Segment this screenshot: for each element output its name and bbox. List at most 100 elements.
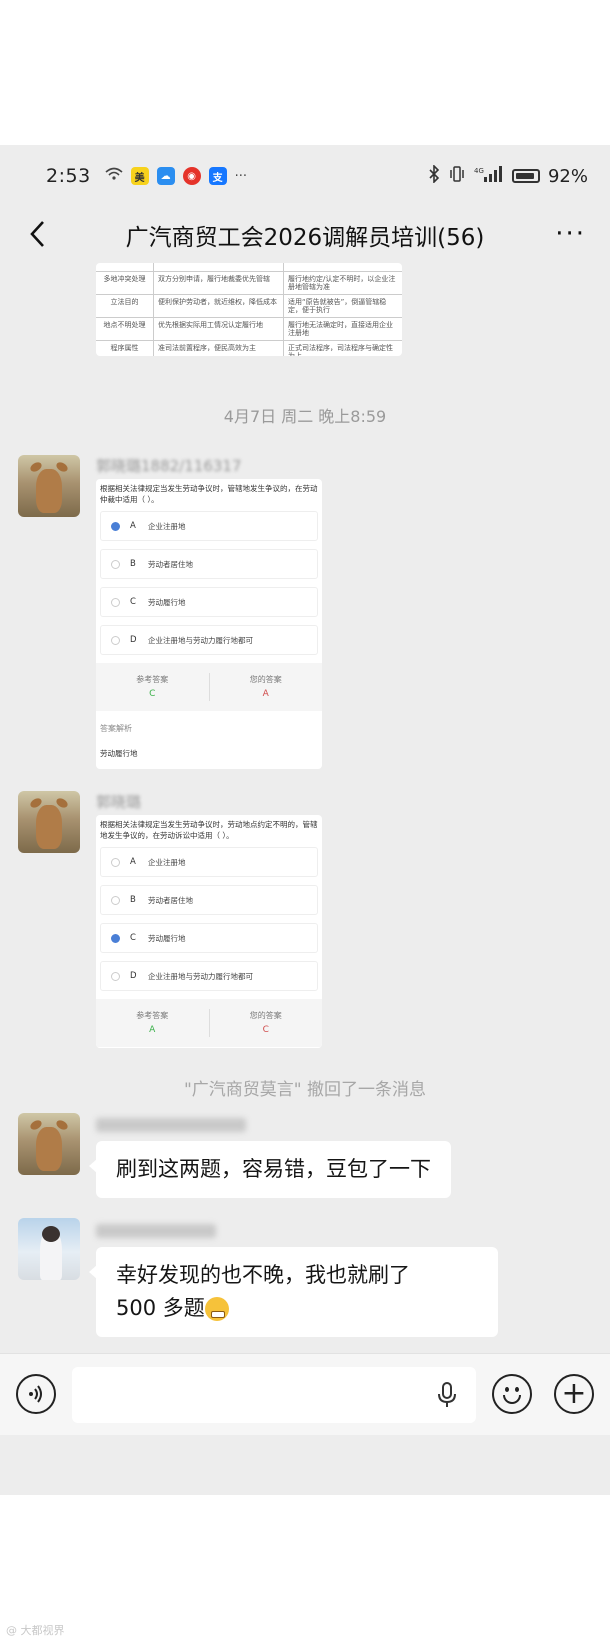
plus-button[interactable]: +	[554, 1374, 594, 1414]
option-letter: C	[130, 597, 136, 607]
quiz-question: 根据相关法律规定当发生劳动争议时，劳动地点约定不明的，管辖地发生争议的，在劳动诉…	[100, 820, 318, 840]
table-cell: 履行地约定/认定不明时，以企业注册地管辖为准	[288, 275, 396, 291]
more-dots-icon: ···	[234, 168, 248, 184]
option-text: 企业注册地	[148, 521, 186, 531]
back-button[interactable]	[20, 217, 54, 251]
screenshot-page: 2:53 美 ☁ ◉ 支 ··· 4G 92% 广汽商贸工会2026调解员培训(…	[0, 0, 610, 1642]
table-cell: 准司法前置程序，便民高效为主	[154, 341, 284, 356]
reference-answer: 参考答案 C	[96, 673, 209, 701]
table-row	[96, 263, 402, 272]
table-row: 地点不明处理 优先根据实际用工情况认定履行地 履行地无法确定时，直接适用企业注册…	[96, 318, 402, 341]
quiz-option-a: A 企业注册地	[100, 847, 318, 877]
quiz-option-b: B 劳动者居住地	[100, 885, 318, 915]
radio-icon	[111, 635, 120, 645]
vibrate-icon	[448, 165, 466, 187]
quiz-option-b: B 劳动者居住地	[100, 549, 318, 579]
option-letter: B	[130, 895, 136, 905]
table-row: 多地冲突处理 双方分别申请，履行地裁委优先管辖 履行地约定/认定不明时，以企业注…	[96, 272, 402, 295]
radio-icon	[111, 597, 120, 607]
voice-input-button[interactable]	[16, 1374, 56, 1414]
analysis-text: 劳动履行地	[100, 749, 138, 758]
avatar[interactable]	[18, 1113, 80, 1175]
back-arrow-icon	[30, 221, 44, 247]
svg-text:4G: 4G	[474, 167, 484, 175]
table-cell: 双方分别申请，履行地裁委优先管辖	[154, 272, 284, 294]
signal-4g-icon: 4G	[474, 165, 504, 187]
radio-icon	[111, 971, 120, 981]
quiz-option-d: D 企业注册地与劳动力履行地都可	[100, 961, 318, 991]
table-cell: 便利保护劳动者，就近维权，降低成本	[154, 295, 284, 317]
wifi-icon	[105, 167, 123, 185]
table-cell: 地点不明处理	[96, 318, 154, 340]
phone-screen: 2:53 美 ☁ ◉ 支 ··· 4G 92% 广汽商贸工会2026调解员培训(…	[0, 145, 610, 1495]
weibo-app-icon: ◉	[182, 167, 201, 185]
text-message[interactable]: 幸好发现的也不晚，我也就刷了 500 多题	[89, 1247, 498, 1337]
your-answer-value: C	[262, 1025, 269, 1035]
microphone-icon[interactable]	[437, 1382, 457, 1408]
option-letter: D	[130, 971, 137, 981]
your-answer-label: 您的答案	[249, 1011, 282, 1020]
option-text: 劳动者居住地	[148, 559, 193, 569]
option-text: 企业注册地与劳动力履行地都可	[148, 971, 253, 981]
quiz-option-c: C 劳动履行地	[100, 923, 318, 953]
table-image-message[interactable]: 多地冲突处理 双方分别申请，履行地裁委优先管辖 履行地约定/认定不明时，以企业注…	[96, 263, 402, 356]
voice-wave-icon	[29, 1385, 42, 1403]
message-input[interactable]	[72, 1367, 476, 1423]
option-text: 企业注册地与劳动力履行地都可	[148, 635, 253, 645]
table-cell: 正式司法程序，司法程序与确定性为上	[288, 344, 393, 356]
sender-name-blurred	[96, 1221, 216, 1239]
emoji-button[interactable]	[492, 1374, 532, 1414]
quiz-option-a: A 企业注册地	[100, 511, 318, 541]
chat-title-bar: 广汽商贸工会2026调解员培训(56) ···	[0, 207, 610, 263]
status-time: 2:53	[46, 165, 91, 187]
answer-box: 参考答案 C 您的答案 A	[96, 663, 322, 711]
chat-title: 广汽商贸工会2026调解员培训(56)	[125, 225, 485, 251]
avatar[interactable]	[18, 455, 80, 517]
text-message[interactable]: 刷到这两题，容易错，豆包了一下	[89, 1141, 451, 1198]
option-text: 劳动者居住地	[148, 895, 193, 905]
quiz-option-c: C 劳动履行地	[100, 587, 318, 617]
your-answer: 您的答案 A	[208, 673, 323, 701]
option-letter: A	[130, 521, 136, 531]
table-cell: 多地冲突处理	[96, 272, 154, 294]
option-text: 劳动履行地	[148, 933, 186, 943]
meituan-app-icon: 美	[130, 167, 149, 185]
ref-answer-label: 参考答案	[136, 675, 169, 684]
ref-answer-label: 参考答案	[136, 1011, 169, 1020]
option-text: 企业注册地	[148, 857, 186, 867]
ref-answer-value: A	[149, 1025, 156, 1035]
table-cell: 履行地无法确定时，直接适用企业注册地	[288, 321, 393, 337]
your-answer-value: A	[262, 689, 269, 699]
message-list[interactable]: 多地冲突处理 双方分别申请，履行地裁委优先管辖 履行地约定/认定不明时，以企业注…	[0, 263, 610, 1353]
avatar[interactable]	[18, 1218, 80, 1280]
bluetooth-icon	[428, 164, 440, 187]
table-row: 立法目的 便利保护劳动者，就近维权，降低成本 适用“原告就被告”，倒逼管辖稳定，…	[96, 295, 402, 318]
radio-selected-icon	[111, 933, 120, 943]
reference-answer: 参考答案 A	[96, 1009, 209, 1037]
analysis-label: 答案解析	[100, 724, 132, 733]
table-cell: 程序属性	[96, 341, 154, 356]
recall-notice: "广汽商贸莫言" 撤回了一条消息	[183, 1080, 427, 1100]
option-letter: C	[130, 933, 136, 943]
radio-icon	[111, 857, 120, 867]
message-line: 幸好发现的也不晚，我也就刷了	[116, 1263, 410, 1287]
answer-box: 参考答案 A 您的答案 C	[96, 999, 322, 1047]
quiz-image-message[interactable]: 根据相关法律规定当发生劳动争议时，劳动地点约定不明的，管辖地发生争议的，在劳动诉…	[96, 815, 322, 1048]
table-cell: 优先根据实际用工情况认定履行地	[154, 318, 284, 340]
avatar[interactable]	[18, 791, 80, 853]
sender-name: 郭晓璐	[96, 793, 142, 811]
option-text: 劳动履行地	[148, 597, 186, 607]
sender-name: 郭晓璐1882/116317	[96, 457, 242, 475]
status-right: 4G 92%	[428, 164, 588, 187]
message-line: 500 多题	[116, 1296, 205, 1320]
ref-answer-value: C	[149, 689, 156, 699]
status-bar: 2:53 美 ☁ ◉ 支 ··· 4G 92%	[0, 145, 610, 207]
message-timestamp: 4月7日 周二 晚上8:59	[223, 407, 387, 426]
quiz-option-d: D 企业注册地与劳动力履行地都可	[100, 625, 318, 655]
option-letter: D	[130, 635, 137, 645]
more-options-button[interactable]: ···	[555, 219, 586, 249]
sender-name-blurred	[96, 1115, 246, 1133]
option-letter: B	[130, 559, 136, 569]
quiz-image-message[interactable]: 根据相关法律规定当发生劳动争议时，管辖地发生争议的，在劳动仲裁中适用（ ）。 A…	[96, 479, 322, 769]
table-row: 程序属性 准司法前置程序，便民高效为主 正式司法程序，司法程序与确定性为上	[96, 341, 402, 356]
